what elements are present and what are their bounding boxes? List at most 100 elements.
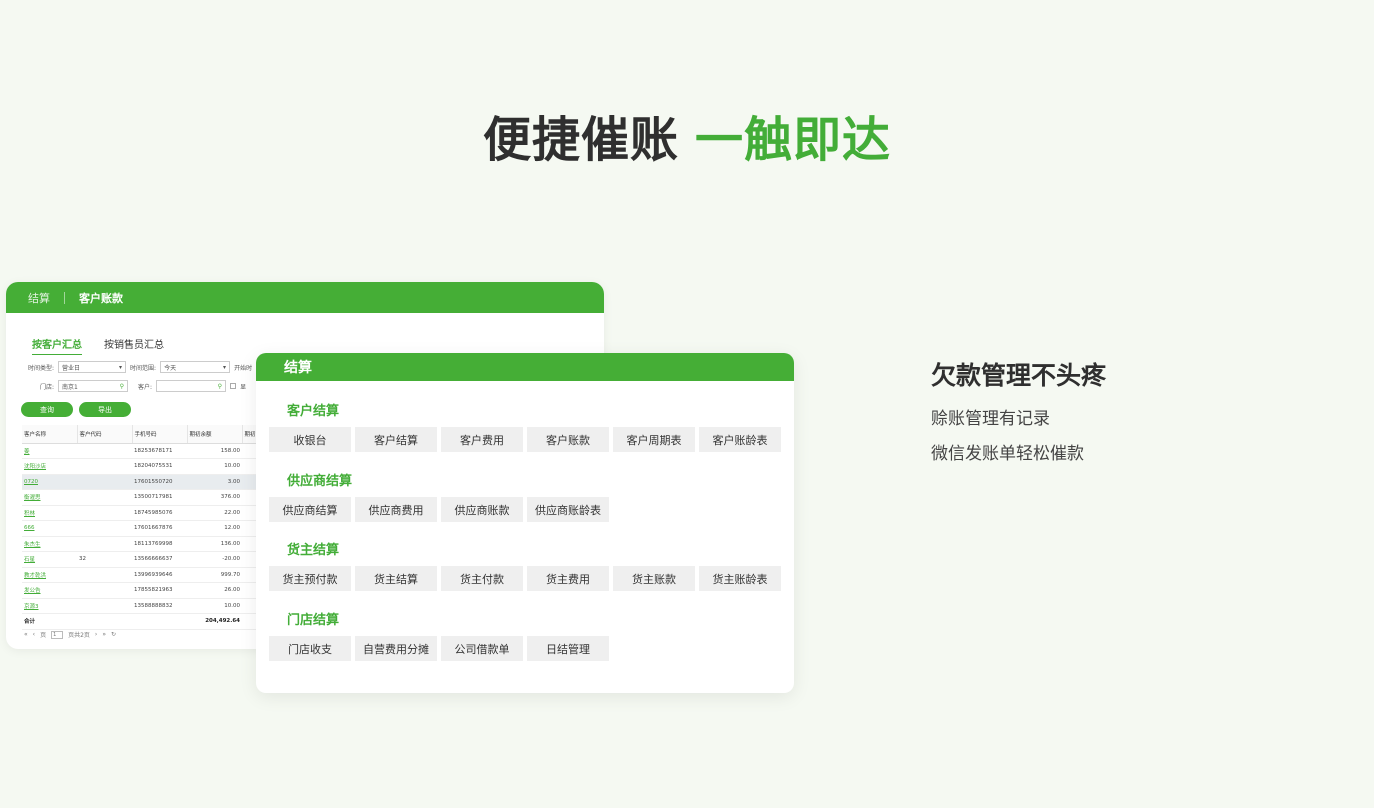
feature-line-1: 赊账管理有记录 — [931, 409, 1050, 429]
table-row[interactable]: 石星 32 13566666637 -20.00 — [22, 551, 262, 568]
owner-expense-button[interactable]: 货主费用 — [527, 566, 609, 591]
breadcrumb-settlement[interactable]: 结算 — [28, 290, 50, 306]
opening-balance-cell: 26.00 — [187, 582, 242, 599]
customer-name-cell[interactable]: 朱杰生 — [22, 536, 77, 552]
refresh-icon[interactable]: ↻ — [111, 631, 116, 638]
breadcrumb: 结算 客户账款 — [6, 282, 604, 313]
section-title-store: 门店结算 — [287, 613, 340, 628]
opening-balance-cell: 3.00 — [187, 474, 242, 490]
chevron-down-icon: ▾ — [223, 363, 227, 371]
feature-title: 欠款管理不头疼 — [931, 361, 1107, 390]
tab-by-customer[interactable]: 按客户汇总 — [32, 336, 82, 355]
time-range-select[interactable]: 今天 ▾ — [160, 361, 231, 373]
daily-closing-button[interactable]: 日结管理 — [527, 636, 609, 661]
customer-accounts-table: 客户名称 客户代码 手机号码 期初余额 期初 姜 18253678171 158.0… — [22, 425, 263, 630]
export-button[interactable]: 导出 — [79, 402, 131, 417]
owner-prepayment-button[interactable]: 货主预付款 — [269, 566, 351, 591]
customer-name-cell[interactable]: 666 — [22, 520, 77, 537]
opening-balance-cell: 136.00 — [187, 536, 242, 552]
table-header-row: 客户名称 客户代码 手机号码 期初余额 期初 — [22, 425, 263, 444]
table-row[interactable]: 衡濯思 13500717981 376.00 — [22, 489, 262, 506]
opening-balance-cell: -20.00 — [187, 551, 242, 568]
customer-label: 客户: — [138, 383, 153, 391]
customer-name-cell[interactable]: 教才乾洪 — [22, 567, 77, 583]
table-row[interactable]: 积林 18745985076 22.00 — [22, 505, 262, 521]
supplier-expense-button[interactable]: 供应商费用 — [355, 497, 437, 522]
customer-name-cell[interactable]: 沈阳沙店 — [22, 458, 77, 475]
time-type-select[interactable]: 营业日 ▾ — [58, 361, 127, 373]
filter-row-time: 时间类型: 营业日 ▾ 时间范围: 今天 ▾ 开始时 — [28, 361, 252, 373]
total-value: 204,492.64 — [187, 613, 242, 630]
next-page-icon[interactable]: › — [95, 631, 97, 638]
table-row[interactable]: 教才乾洪 13996939646 999.70 — [22, 567, 262, 583]
table-row[interactable]: 666 17601667876 12.00 — [22, 520, 262, 537]
col-customer-code[interactable]: 客户代码 — [77, 425, 133, 444]
owner-settlement-button[interactable]: 货主结算 — [355, 566, 437, 591]
opening-balance-cell: 10.00 — [187, 458, 242, 475]
col-customer-name[interactable]: 客户名称 — [22, 425, 78, 444]
customer-code-cell — [77, 536, 132, 552]
page-number-input[interactable]: 1 — [51, 630, 64, 639]
store-income-expense-button[interactable]: 门店收支 — [269, 636, 351, 661]
table-row[interactable]: 姜 18253678171 158.00 — [22, 443, 262, 459]
customer-name-cell[interactable]: 0720 — [22, 474, 77, 490]
section-title-supplier: 供应商结算 — [287, 474, 353, 489]
query-button[interactable]: 查询 — [21, 402, 73, 417]
customer-accounts-button[interactable]: 客户账款 — [527, 427, 609, 452]
headline-green: 一触即达 — [695, 112, 892, 168]
table-row[interactable]: 京源3 13588888832 10.00 — [22, 598, 262, 614]
headline-dark: 便捷催账 — [482, 112, 679, 168]
supplier-settlement-button[interactable]: 供应商结算 — [269, 497, 351, 522]
col-opening-balance[interactable]: 期初余额 — [187, 425, 243, 444]
cashier-button[interactable]: 收银台 — [269, 427, 351, 452]
table-row[interactable]: 朱杰生 18113769998 136.00 — [22, 536, 262, 552]
customer-name-cell[interactable]: 京源3 — [22, 598, 77, 614]
customer-name-cell[interactable]: 积林 — [22, 505, 77, 521]
total-empty — [77, 613, 132, 630]
customer-name-cell[interactable]: 石星 — [22, 551, 77, 568]
owner-accounts-button[interactable]: 货主账款 — [613, 566, 695, 591]
company-loan-button[interactable]: 公司借款单 — [441, 636, 523, 661]
show-checkbox[interactable] — [230, 383, 237, 389]
tab-by-salesperson[interactable]: 按销售员汇总 — [104, 336, 164, 355]
prev-page-icon[interactable]: ‹ — [33, 631, 35, 638]
customer-code-cell — [77, 474, 132, 490]
customer-expense-button[interactable]: 客户费用 — [441, 427, 523, 452]
customer-code-cell: 32 — [77, 551, 132, 568]
search-icon[interactable]: ⚲ — [218, 383, 222, 390]
opening-balance-cell: 22.00 — [187, 505, 242, 521]
table-row[interactable]: 0720 17601550720 3.00 — [22, 474, 262, 490]
summary-tabs: 按客户汇总 按销售员汇总 — [32, 336, 164, 355]
table-row[interactable]: 沈阳沙店 18204075531 10.00 — [22, 458, 262, 475]
customer-name-cell[interactable]: 发公告 — [22, 582, 77, 599]
self-operated-expense-allocation-button[interactable]: 自营费用分摊 — [355, 636, 437, 661]
col-phone[interactable]: 手机号码 — [132, 425, 188, 444]
owner-settlement-buttons: 货主预付款 货主结算 货主付款 货主费用 货主账款 货主账龄表 — [269, 566, 781, 591]
first-page-icon[interactable]: « — [24, 631, 28, 638]
customer-code-cell — [77, 458, 132, 475]
filter-row-store: 门店: 南京1 ⚲ 客户: ⚲ 显 — [40, 380, 246, 392]
customer-settlement-button[interactable]: 客户结算 — [355, 427, 437, 452]
owner-payment-button[interactable]: 货主付款 — [441, 566, 523, 591]
last-page-icon[interactable]: » — [102, 631, 106, 638]
owner-aging-report-button[interactable]: 货主账龄表 — [699, 566, 781, 591]
customer-name-cell[interactable]: 衡濯思 — [22, 489, 77, 506]
customer-aging-report-button[interactable]: 客户账龄表 — [699, 427, 781, 452]
customer-cycle-report-button[interactable]: 客户周期表 — [613, 427, 695, 452]
section-title-customer: 客户结算 — [287, 404, 340, 419]
phone-cell: 13996939646 — [132, 567, 187, 583]
opening-balance-cell: 376.00 — [187, 489, 242, 506]
phone-cell: 18745985076 — [132, 505, 187, 521]
time-range-label: 时间范围: — [130, 364, 157, 372]
phone-cell: 13500717981 — [132, 489, 187, 506]
customer-input[interactable]: ⚲ — [156, 380, 227, 392]
phone-cell: 18253678171 — [132, 443, 187, 459]
start-time-label: 开始时 — [234, 364, 253, 372]
store-input[interactable]: 南京1 ⚲ — [58, 380, 129, 392]
supplier-aging-report-button[interactable]: 供应商账龄表 — [527, 497, 609, 522]
search-icon[interactable]: ⚲ — [120, 383, 124, 390]
table-body: 姜 18253678171 158.00 沈阳沙店 18204075531 10.00 07… — [22, 443, 262, 630]
supplier-accounts-button[interactable]: 供应商账款 — [441, 497, 523, 522]
table-row[interactable]: 发公告 17855821963 26.00 — [22, 582, 262, 599]
customer-name-cell[interactable]: 姜 — [22, 443, 77, 459]
